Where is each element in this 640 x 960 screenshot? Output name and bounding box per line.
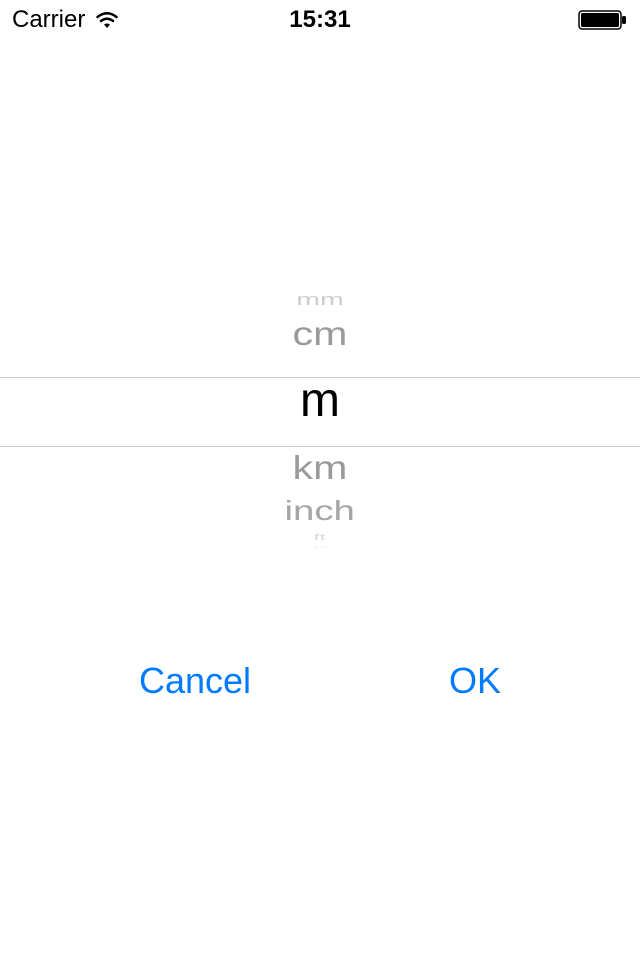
picker-option[interactable]: km [293, 451, 348, 485]
picker-option[interactable]: inch [285, 497, 355, 525]
unit-picker[interactable]: mm cm m km inch ft yd [0, 250, 640, 590]
ok-button[interactable]: OK [419, 650, 531, 712]
picker-option[interactable]: ft [314, 532, 326, 542]
button-row: Cancel OK [0, 650, 640, 712]
wifi-icon [93, 10, 121, 30]
status-bar: Carrier 15:31 [0, 0, 640, 40]
picker-option-selected[interactable]: m [300, 377, 340, 425]
picker-option[interactable]: mm [296, 292, 343, 309]
battery-icon [578, 10, 628, 30]
status-time: 15:31 [289, 6, 350, 34]
picker-option[interactable]: yd [313, 545, 327, 548]
carrier-label: Carrier [12, 6, 85, 34]
cancel-button[interactable]: Cancel [109, 650, 281, 712]
picker-option[interactable]: cm [293, 317, 348, 351]
status-left: Carrier [12, 6, 121, 34]
